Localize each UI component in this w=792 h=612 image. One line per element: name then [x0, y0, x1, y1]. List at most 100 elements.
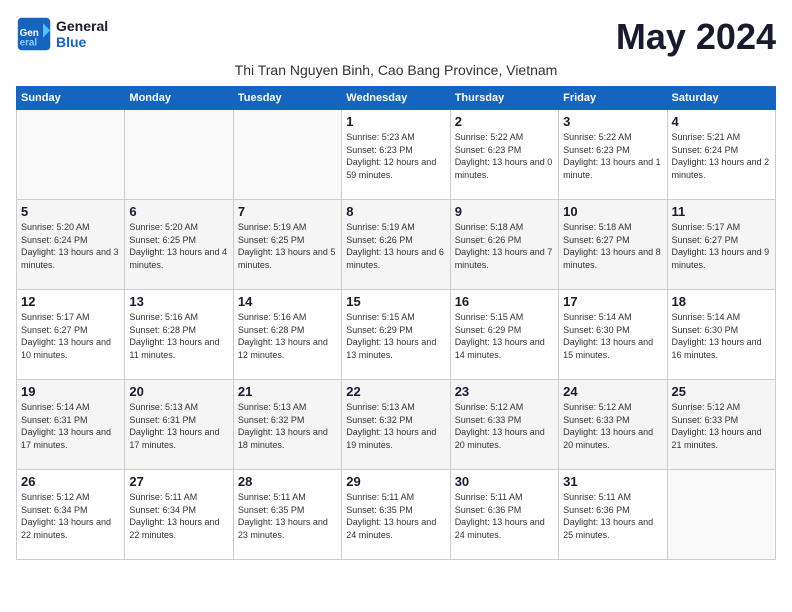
day-number: 7: [238, 204, 337, 219]
calendar-table: SundayMondayTuesdayWednesdayThursdayFrid…: [16, 86, 776, 560]
calendar-cell: 13 Sunrise: 5:16 AM Sunset: 6:28 PM Dayli…: [125, 290, 233, 380]
calendar-cell: 20 Sunrise: 5:13 AM Sunset: 6:31 PM Dayli…: [125, 380, 233, 470]
day-info: Sunrise: 5:12 AM Sunset: 6:33 PM Dayligh…: [455, 401, 554, 451]
day-number: 18: [672, 294, 771, 309]
day-number: 11: [672, 204, 771, 219]
page-header: Gen eral General Blue May 2024: [16, 16, 776, 58]
calendar-cell: 31 Sunrise: 5:11 AM Sunset: 6:36 PM Dayli…: [559, 470, 667, 560]
calendar-cell: 17Sunrise: 5:14 AM Sunset: 6:30 PM Dayli…: [559, 290, 667, 380]
day-number: 12: [21, 294, 120, 309]
day-number: 14: [238, 294, 337, 309]
calendar-cell: 25 Sunrise: 5:12 AM Sunset: 6:33 PM Dayli…: [667, 380, 775, 470]
location-title: Thi Tran Nguyen Binh, Cao Bang Province,…: [16, 62, 776, 78]
day-info: Sunrise: 5:14 AM Sunset: 6:30 PM Dayligh…: [672, 311, 771, 361]
day-number: 27: [129, 474, 228, 489]
calendar-cell: 6 Sunrise: 5:20 AM Sunset: 6:25 PM Daylig…: [125, 200, 233, 290]
calendar-cell: 18 Sunrise: 5:14 AM Sunset: 6:30 PM Dayli…: [667, 290, 775, 380]
day-number: 6: [129, 204, 228, 219]
day-number: 31: [563, 474, 662, 489]
weekday-header-thursday: Thursday: [450, 87, 558, 110]
calendar-cell: 26 Sunrise: 5:12 AM Sunset: 6:34 PM Dayli…: [17, 470, 125, 560]
day-info: Sunrise: 5:19 AM Sunset: 6:26 PM Dayligh…: [346, 221, 445, 271]
day-number: 28: [238, 474, 337, 489]
day-info: Sunrise: 5:18 AM Sunset: 6:26 PM Dayligh…: [455, 221, 554, 271]
logo-text: General Blue: [56, 18, 108, 50]
calendar-cell: 29Sunrise: 5:11 AM Sunset: 6:35 PM Dayli…: [342, 470, 450, 560]
day-info: Sunrise: 5:11 AM Sunset: 6:35 PM Dayligh…: [346, 491, 445, 541]
week-row-4: 19 Sunrise: 5:14 AM Sunset: 6:31 PM Dayli…: [17, 380, 776, 470]
weekday-header-tuesday: Tuesday: [233, 87, 341, 110]
day-info: Sunrise: 5:13 AM Sunset: 6:31 PM Dayligh…: [129, 401, 228, 451]
calendar-cell: 21Sunrise: 5:13 AM Sunset: 6:32 PM Dayli…: [233, 380, 341, 470]
calendar-cell: 23 Sunrise: 5:12 AM Sunset: 6:33 PM Dayli…: [450, 380, 558, 470]
weekday-header-friday: Friday: [559, 87, 667, 110]
calendar-cell: [667, 470, 775, 560]
calendar-cell: 19 Sunrise: 5:14 AM Sunset: 6:31 PM Dayli…: [17, 380, 125, 470]
calendar-cell: 27 Sunrise: 5:11 AM Sunset: 6:34 PM Dayli…: [125, 470, 233, 560]
weekday-header-wednesday: Wednesday: [342, 87, 450, 110]
week-row-1: 1 Sunrise: 5:23 AM Sunset: 6:23 PM Daylig…: [17, 110, 776, 200]
calendar-cell: 30Sunrise: 5:11 AM Sunset: 6:36 PM Dayli…: [450, 470, 558, 560]
calendar-cell: 1 Sunrise: 5:23 AM Sunset: 6:23 PM Daylig…: [342, 110, 450, 200]
day-number: 16: [455, 294, 554, 309]
calendar-cell: 7 Sunrise: 5:19 AM Sunset: 6:25 PM Daylig…: [233, 200, 341, 290]
day-info: Sunrise: 5:17 AM Sunset: 6:27 PM Dayligh…: [21, 311, 120, 361]
day-info: Sunrise: 5:16 AM Sunset: 6:28 PM Dayligh…: [129, 311, 228, 361]
day-info: Sunrise: 5:14 AM Sunset: 6:31 PM Dayligh…: [21, 401, 120, 451]
day-info: Sunrise: 5:11 AM Sunset: 6:35 PM Dayligh…: [238, 491, 337, 541]
calendar-cell: 2Sunrise: 5:22 AM Sunset: 6:23 PM Daylig…: [450, 110, 558, 200]
calendar-cell: 8 Sunrise: 5:19 AM Sunset: 6:26 PM Daylig…: [342, 200, 450, 290]
day-info: Sunrise: 5:11 AM Sunset: 6:34 PM Dayligh…: [129, 491, 228, 541]
calendar-cell: 9 Sunrise: 5:18 AM Sunset: 6:26 PM Daylig…: [450, 200, 558, 290]
day-info: Sunrise: 5:16 AM Sunset: 6:28 PM Dayligh…: [238, 311, 337, 361]
day-number: 17: [563, 294, 662, 309]
weekday-header-monday: Monday: [125, 87, 233, 110]
day-number: 10: [563, 204, 662, 219]
day-info: Sunrise: 5:17 AM Sunset: 6:27 PM Dayligh…: [672, 221, 771, 271]
day-number: 22: [346, 384, 445, 399]
logo: Gen eral General Blue: [16, 16, 108, 52]
weekday-header-saturday: Saturday: [667, 87, 775, 110]
calendar-cell: 5Sunrise: 5:20 AM Sunset: 6:24 PM Daylig…: [17, 200, 125, 290]
day-number: 3: [563, 114, 662, 129]
day-number: 23: [455, 384, 554, 399]
calendar-cell: 12 Sunrise: 5:17 AM Sunset: 6:27 PM Dayli…: [17, 290, 125, 380]
calendar-cell: [233, 110, 341, 200]
calendar-cell: 10 Sunrise: 5:18 AM Sunset: 6:27 PM Dayli…: [559, 200, 667, 290]
calendar-cell: 11 Sunrise: 5:17 AM Sunset: 6:27 PM Dayli…: [667, 200, 775, 290]
day-number: 25: [672, 384, 771, 399]
day-number: 13: [129, 294, 228, 309]
calendar-cell: 3 Sunrise: 5:22 AM Sunset: 6:23 PM Daylig…: [559, 110, 667, 200]
week-row-2: 5Sunrise: 5:20 AM Sunset: 6:24 PM Daylig…: [17, 200, 776, 290]
day-info: Sunrise: 5:15 AM Sunset: 6:29 PM Dayligh…: [346, 311, 445, 361]
day-info: Sunrise: 5:13 AM Sunset: 6:32 PM Dayligh…: [346, 401, 445, 451]
weekday-header-row: SundayMondayTuesdayWednesdayThursdayFrid…: [17, 87, 776, 110]
day-number: 1: [346, 114, 445, 129]
day-info: Sunrise: 5:21 AM Sunset: 6:24 PM Dayligh…: [672, 131, 771, 181]
day-number: 19: [21, 384, 120, 399]
calendar-cell: [125, 110, 233, 200]
day-info: Sunrise: 5:13 AM Sunset: 6:32 PM Dayligh…: [238, 401, 337, 451]
day-info: Sunrise: 5:22 AM Sunset: 6:23 PM Dayligh…: [563, 131, 662, 181]
calendar-cell: 14 Sunrise: 5:16 AM Sunset: 6:28 PM Dayli…: [233, 290, 341, 380]
day-info: Sunrise: 5:23 AM Sunset: 6:23 PM Dayligh…: [346, 131, 445, 181]
day-number: 8: [346, 204, 445, 219]
month-title: May 2024: [616, 16, 776, 58]
day-info: Sunrise: 5:12 AM Sunset: 6:34 PM Dayligh…: [21, 491, 120, 541]
day-number: 9: [455, 204, 554, 219]
calendar-cell: [17, 110, 125, 200]
day-info: Sunrise: 5:12 AM Sunset: 6:33 PM Dayligh…: [672, 401, 771, 451]
calendar-cell: 28 Sunrise: 5:11 AM Sunset: 6:35 PM Dayli…: [233, 470, 341, 560]
day-info: Sunrise: 5:18 AM Sunset: 6:27 PM Dayligh…: [563, 221, 662, 271]
calendar-cell: 4Sunrise: 5:21 AM Sunset: 6:24 PM Daylig…: [667, 110, 775, 200]
day-info: Sunrise: 5:22 AM Sunset: 6:23 PM Dayligh…: [455, 131, 554, 181]
day-info: Sunrise: 5:20 AM Sunset: 6:25 PM Dayligh…: [129, 221, 228, 271]
day-info: Sunrise: 5:19 AM Sunset: 6:25 PM Dayligh…: [238, 221, 337, 271]
day-number: 24: [563, 384, 662, 399]
day-number: 26: [21, 474, 120, 489]
day-number: 20: [129, 384, 228, 399]
day-info: Sunrise: 5:11 AM Sunset: 6:36 PM Dayligh…: [563, 491, 662, 541]
day-number: 30: [455, 474, 554, 489]
calendar-body: 1 Sunrise: 5:23 AM Sunset: 6:23 PM Daylig…: [17, 110, 776, 560]
logo-icon: Gen eral: [16, 16, 52, 52]
